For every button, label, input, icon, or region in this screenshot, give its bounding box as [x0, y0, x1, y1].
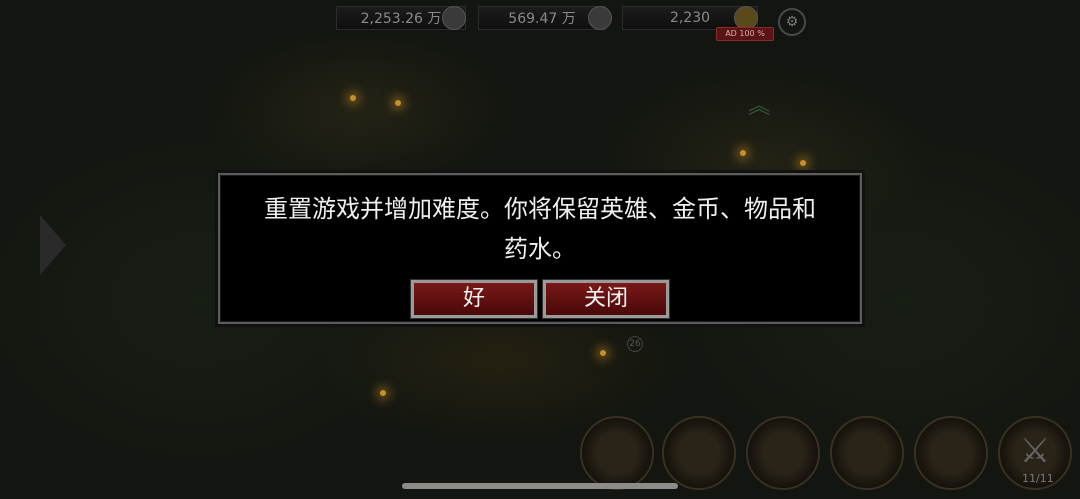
quest-scroll-button[interactable]	[662, 416, 736, 490]
map-light	[395, 100, 401, 106]
gold-value: 2,253.26 万	[360, 11, 442, 27]
map-marker[interactable]: 26	[627, 336, 643, 352]
dialog-message-line2: 药水。	[504, 235, 576, 263]
ad-bonus-badge: AD 100 %	[716, 27, 774, 41]
silver-value: 569.47 万	[508, 11, 576, 27]
shop-button[interactable]	[830, 416, 904, 490]
hero-count: 11/11	[1022, 472, 1054, 485]
reset-confirm-dialog: 重置游戏并增加难度。你将保留英雄、金币、物品和 药水。 好 关闭	[218, 173, 862, 324]
map-light	[600, 350, 606, 356]
ok-button[interactable]: 好	[410, 279, 538, 319]
dialog-message: 重置游戏并增加难度。你将保留英雄、金币、物品和 药水。	[220, 189, 860, 269]
left-arrow-icon[interactable]	[40, 215, 66, 275]
silver-counter: 569.47 万	[478, 6, 606, 30]
up-arrow-icon[interactable]: ︽	[748, 88, 770, 120]
dialog-message-line1: 重置游戏并增加难度。你将保留英雄、金币、物品和	[264, 195, 816, 223]
gold-icon	[442, 6, 466, 30]
home-indicator[interactable]	[402, 483, 678, 489]
silver-icon	[588, 6, 612, 30]
map-light	[350, 95, 356, 101]
inventory-button[interactable]	[746, 416, 820, 490]
close-button[interactable]: 关闭	[542, 279, 670, 319]
gem-value: 2,230	[669, 10, 711, 26]
map-light	[740, 150, 746, 156]
map-light	[800, 160, 806, 166]
hero-menu-button[interactable]	[580, 416, 654, 490]
settings-gear-icon[interactable]: ⚙	[778, 8, 806, 36]
map-light	[380, 390, 386, 396]
treasure-button[interactable]	[914, 416, 988, 490]
